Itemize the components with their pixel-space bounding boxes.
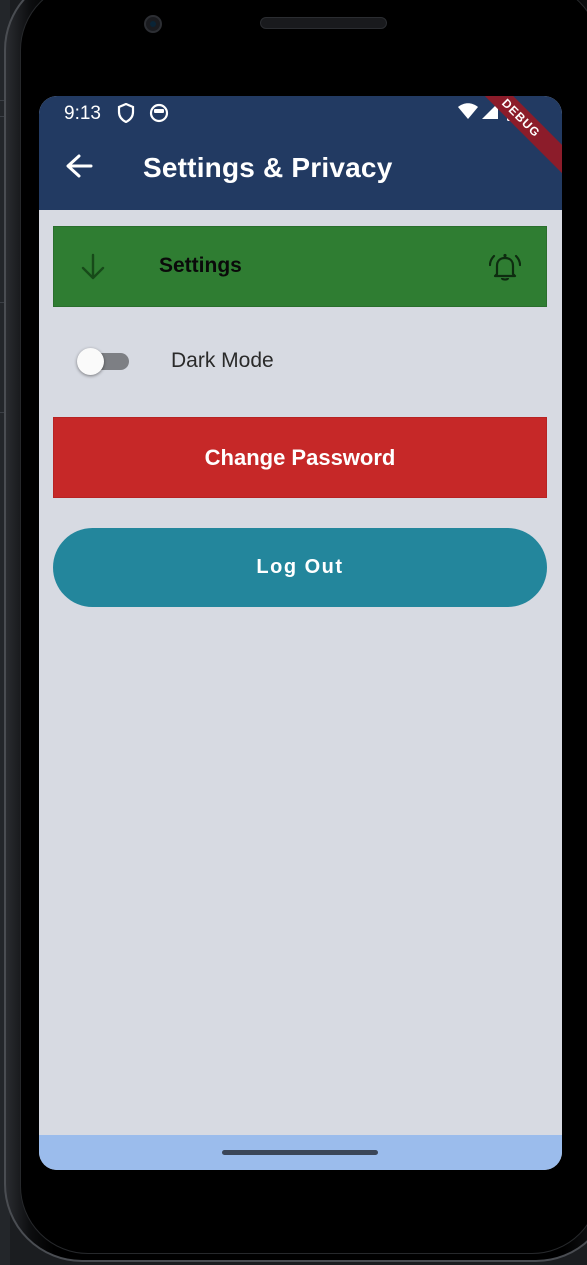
back-button[interactable]	[59, 148, 99, 188]
settings-label: Settings	[159, 254, 242, 277]
status-time: 9:13	[64, 103, 101, 124]
alarm-bell-icon	[488, 252, 522, 287]
arrow-down-icon	[80, 253, 106, 286]
home-indicator[interactable]	[222, 1150, 378, 1155]
app-screen: 9:13 Settings & Privacy DEBUG Settings D…	[39, 96, 562, 1170]
wifi-icon	[457, 102, 479, 125]
arrow-back-icon	[65, 153, 93, 184]
settings-tile[interactable]: Settings	[53, 226, 547, 307]
dark-mode-toggle[interactable]	[77, 348, 129, 375]
status-bar: 9:13	[39, 96, 562, 130]
page-title: Settings & Privacy	[143, 152, 393, 183]
log-out-button[interactable]: Log Out	[53, 528, 547, 607]
system-navigation-bar	[39, 1135, 562, 1170]
front-camera	[144, 15, 162, 33]
earpiece-speaker	[260, 17, 387, 29]
change-password-button[interactable]: Change Password	[53, 417, 547, 498]
face-icon	[149, 103, 169, 128]
dark-mode-row: Dark Mode	[53, 322, 547, 402]
dark-mode-label: Dark Mode	[171, 349, 274, 372]
app-bar: Settings & Privacy	[39, 130, 562, 210]
shield-icon	[117, 102, 135, 128]
toggle-knob	[77, 348, 104, 375]
